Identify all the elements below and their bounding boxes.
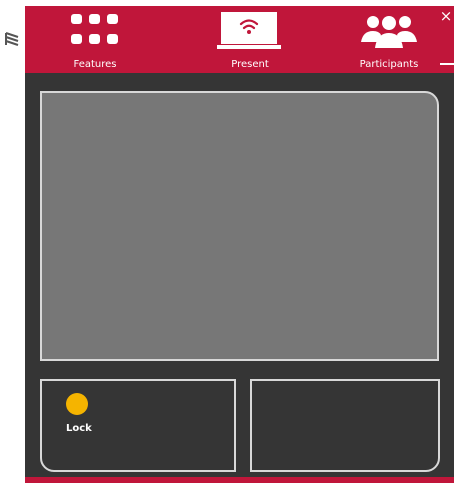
minimize-icon[interactable]: [440, 63, 454, 65]
features-label: Features: [73, 59, 117, 70]
status-dot-icon: [66, 393, 88, 415]
participants-button[interactable]: Participants: [349, 6, 429, 73]
logo-strip: [0, 0, 25, 483]
app-window: Features Present Participants × Lock: [0, 0, 454, 483]
screen-wifi-icon: [217, 12, 281, 49]
empty-tile: [250, 379, 440, 472]
present-label: Present: [231, 59, 269, 70]
lock-label: Lock: [66, 423, 92, 434]
present-button[interactable]: Present: [208, 6, 292, 73]
bottom-accent-bar: [25, 477, 454, 483]
screen-preview-area: [40, 91, 439, 361]
vertical-logo-icon: [5, 32, 19, 46]
top-nav-bar: Features Present Participants ×: [25, 6, 454, 73]
people-icon: [361, 16, 417, 48]
participants-label: Participants: [359, 59, 419, 70]
main-panel: Features Present Participants × Lock: [25, 6, 454, 483]
lock-tile[interactable]: Lock: [40, 379, 236, 472]
close-icon[interactable]: ×: [439, 8, 453, 24]
grid-icon: [71, 14, 118, 44]
features-button[interactable]: Features: [55, 6, 135, 73]
